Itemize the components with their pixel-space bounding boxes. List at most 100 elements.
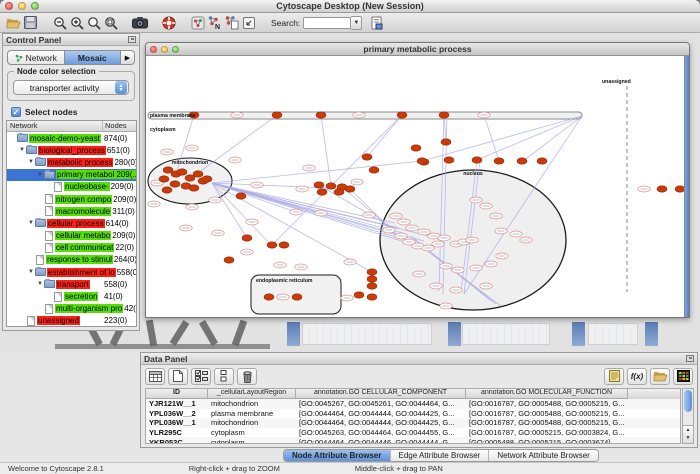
colored-node[interactable]: [314, 182, 324, 188]
network-file-icon[interactable]: [223, 14, 240, 31]
zoom-in-icon[interactable]: [68, 14, 85, 31]
network-edge[interactable]: [194, 115, 277, 176]
tree-expander-icon[interactable]: ▼: [18, 147, 26, 153]
table-row[interactable]: YKR052Ccytoplasm[GO:0044464, GO:0044446,…: [146, 437, 680, 444]
colored-node[interactable]: [411, 145, 421, 151]
float-panel-icon[interactable]: [128, 36, 136, 43]
zoom-out-icon[interactable]: [51, 14, 68, 31]
tree-row[interactable]: ▼metabolic process280(0): [7, 156, 136, 168]
open-folder-icon[interactable]: [5, 14, 22, 31]
table-column-header[interactable]: ID: [146, 389, 208, 399]
colored-node[interactable]: [354, 292, 364, 298]
select-nodes-checkbox[interactable]: ✓: [11, 107, 21, 117]
annotation-icon[interactable]: [240, 14, 257, 31]
tree-row[interactable]: nucleobase-209(0): [7, 181, 136, 193]
tree-row[interactable]: ▼establishment of lo558(0): [7, 266, 136, 278]
tree-row[interactable]: macromolecule311(0): [7, 205, 136, 217]
save-icon[interactable]: [22, 14, 39, 31]
colored-node[interactable]: [439, 112, 449, 118]
help-lifering-icon[interactable]: [160, 14, 177, 31]
colored-node[interactable]: [159, 176, 169, 182]
import-attributes-icon[interactable]: [650, 368, 670, 385]
colored-node[interactable]: [202, 176, 212, 182]
colored-node[interactable]: [657, 186, 667, 192]
tree-row[interactable]: unassigned223(0): [7, 315, 136, 327]
tree-expander-icon[interactable]: ▼: [27, 159, 35, 165]
network-edge[interactable]: [321, 115, 331, 186]
colored-node[interactable]: [367, 276, 377, 282]
colored-node[interactable]: [292, 294, 302, 300]
colored-node[interactable]: [417, 158, 427, 164]
table-column-header[interactable]: _cellularLayoutRegion: [208, 389, 296, 399]
colored-node[interactable]: [345, 186, 355, 192]
new-network-icon[interactable]: N: [206, 14, 223, 31]
notes-icon[interactable]: [604, 368, 624, 385]
delete-attribute-icon[interactable]: [237, 368, 257, 385]
scrollbar-thumb[interactable]: [684, 390, 692, 412]
colored-node[interactable]: [189, 185, 199, 191]
tab-node-attribute-browser[interactable]: Node Attribute Browser: [284, 450, 391, 461]
tab-overflow-arrow-icon[interactable]: ▶: [121, 50, 135, 65]
table-row[interactable]: YJR121W__1mitochondrion[GO:0045267, GO:0…: [146, 399, 680, 409]
colored-node[interactable]: [170, 181, 180, 187]
colored-node[interactable]: [334, 189, 344, 195]
search-input[interactable]: [303, 17, 351, 29]
tree-row[interactable]: secretion41(0): [7, 290, 136, 302]
tree-row[interactable]: nitrogen compo209(0): [7, 193, 136, 205]
tree-row[interactable]: ▼transport558(0): [7, 278, 136, 290]
colored-node[interactable]: [362, 154, 372, 160]
tab-network[interactable]: Network: [7, 50, 64, 65]
data-panel-scrollbar[interactable]: ▲▼: [682, 388, 694, 444]
tab-edge-attribute-browser[interactable]: Edge Attribute Browser: [391, 450, 490, 461]
matrix-icon[interactable]: [673, 368, 693, 385]
colored-node[interactable]: [236, 193, 246, 199]
tree-row[interactable]: ▼cellular process614(0): [7, 217, 136, 229]
attribute-table-icon[interactable]: [145, 368, 165, 385]
colored-node[interactable]: [369, 167, 379, 173]
attribute-layout-icon[interactable]: [214, 368, 234, 385]
zoom-fit-icon[interactable]: [102, 14, 119, 31]
tab-network-attribute-browser[interactable]: Network Attribute Browser: [489, 450, 597, 461]
colored-node[interactable]: [326, 183, 336, 189]
network-overview-icon[interactable]: [189, 14, 206, 31]
colored-node[interactable]: [367, 283, 377, 289]
quick-find-icon[interactable]: [368, 14, 385, 31]
colored-node[interactable]: [444, 157, 454, 163]
colored-node[interactable]: [367, 294, 377, 300]
network-canvas[interactable]: plasma membranecytoplasmmitochondrionnuc…: [146, 56, 689, 317]
colored-node[interactable]: [317, 189, 327, 195]
network-edge[interactable]: [522, 116, 582, 162]
table-column-header[interactable]: annotation.GO CELLULAR_COMPONENT: [296, 389, 466, 399]
colored-node[interactable]: [316, 112, 326, 118]
table-row[interactable]: YPL036W__1mitochondrion[GO:0044464, GO:0…: [146, 418, 680, 428]
tree-row[interactable]: cellular metabo209(0): [7, 230, 136, 242]
colored-node[interactable]: [224, 257, 234, 263]
tab-mosaic[interactable]: Mosaic: [64, 50, 122, 65]
zoom-selected-icon[interactable]: [85, 14, 102, 31]
tree-expander-icon[interactable]: ▼: [27, 269, 35, 275]
colored-node[interactable]: [267, 242, 277, 248]
network-edge[interactable]: [319, 185, 393, 228]
tree-column-nodes[interactable]: Nodes: [103, 121, 136, 131]
colored-node[interactable]: [537, 158, 547, 164]
tree-row[interactable]: ▼biological_process651(0): [7, 144, 136, 156]
colored-node[interactable]: [242, 235, 252, 241]
colored-node[interactable]: [279, 242, 289, 248]
colored-node[interactable]: [162, 187, 172, 193]
tree-expander-icon[interactable]: ▼: [36, 281, 44, 287]
node-color-dropdown[interactable]: transporter activity ▲▼: [13, 80, 129, 95]
table-row[interactable]: YPL036W__2plasma membrane[GO:0044464, GO…: [146, 409, 680, 419]
search-dropdown-arrow-icon[interactable]: ▼: [351, 16, 362, 30]
colored-node[interactable]: [517, 158, 527, 164]
tree-row[interactable]: ▼primary metabol209(...: [7, 169, 136, 181]
snapshot-camera-icon[interactable]: [131, 14, 148, 31]
new-attribute-icon[interactable]: [168, 368, 188, 385]
colored-node[interactable]: [264, 294, 274, 300]
colored-node[interactable]: [177, 169, 187, 175]
colored-node[interactable]: [472, 157, 482, 163]
tree-row[interactable]: multi-organism pro42(0): [7, 303, 136, 315]
colored-node[interactable]: [494, 158, 504, 164]
colored-node[interactable]: [272, 112, 282, 118]
table-row[interactable]: YLR295Ccytoplasm[GO:0045263, GO:0044464,…: [146, 428, 680, 438]
network-edge[interactable]: [477, 116, 582, 160]
